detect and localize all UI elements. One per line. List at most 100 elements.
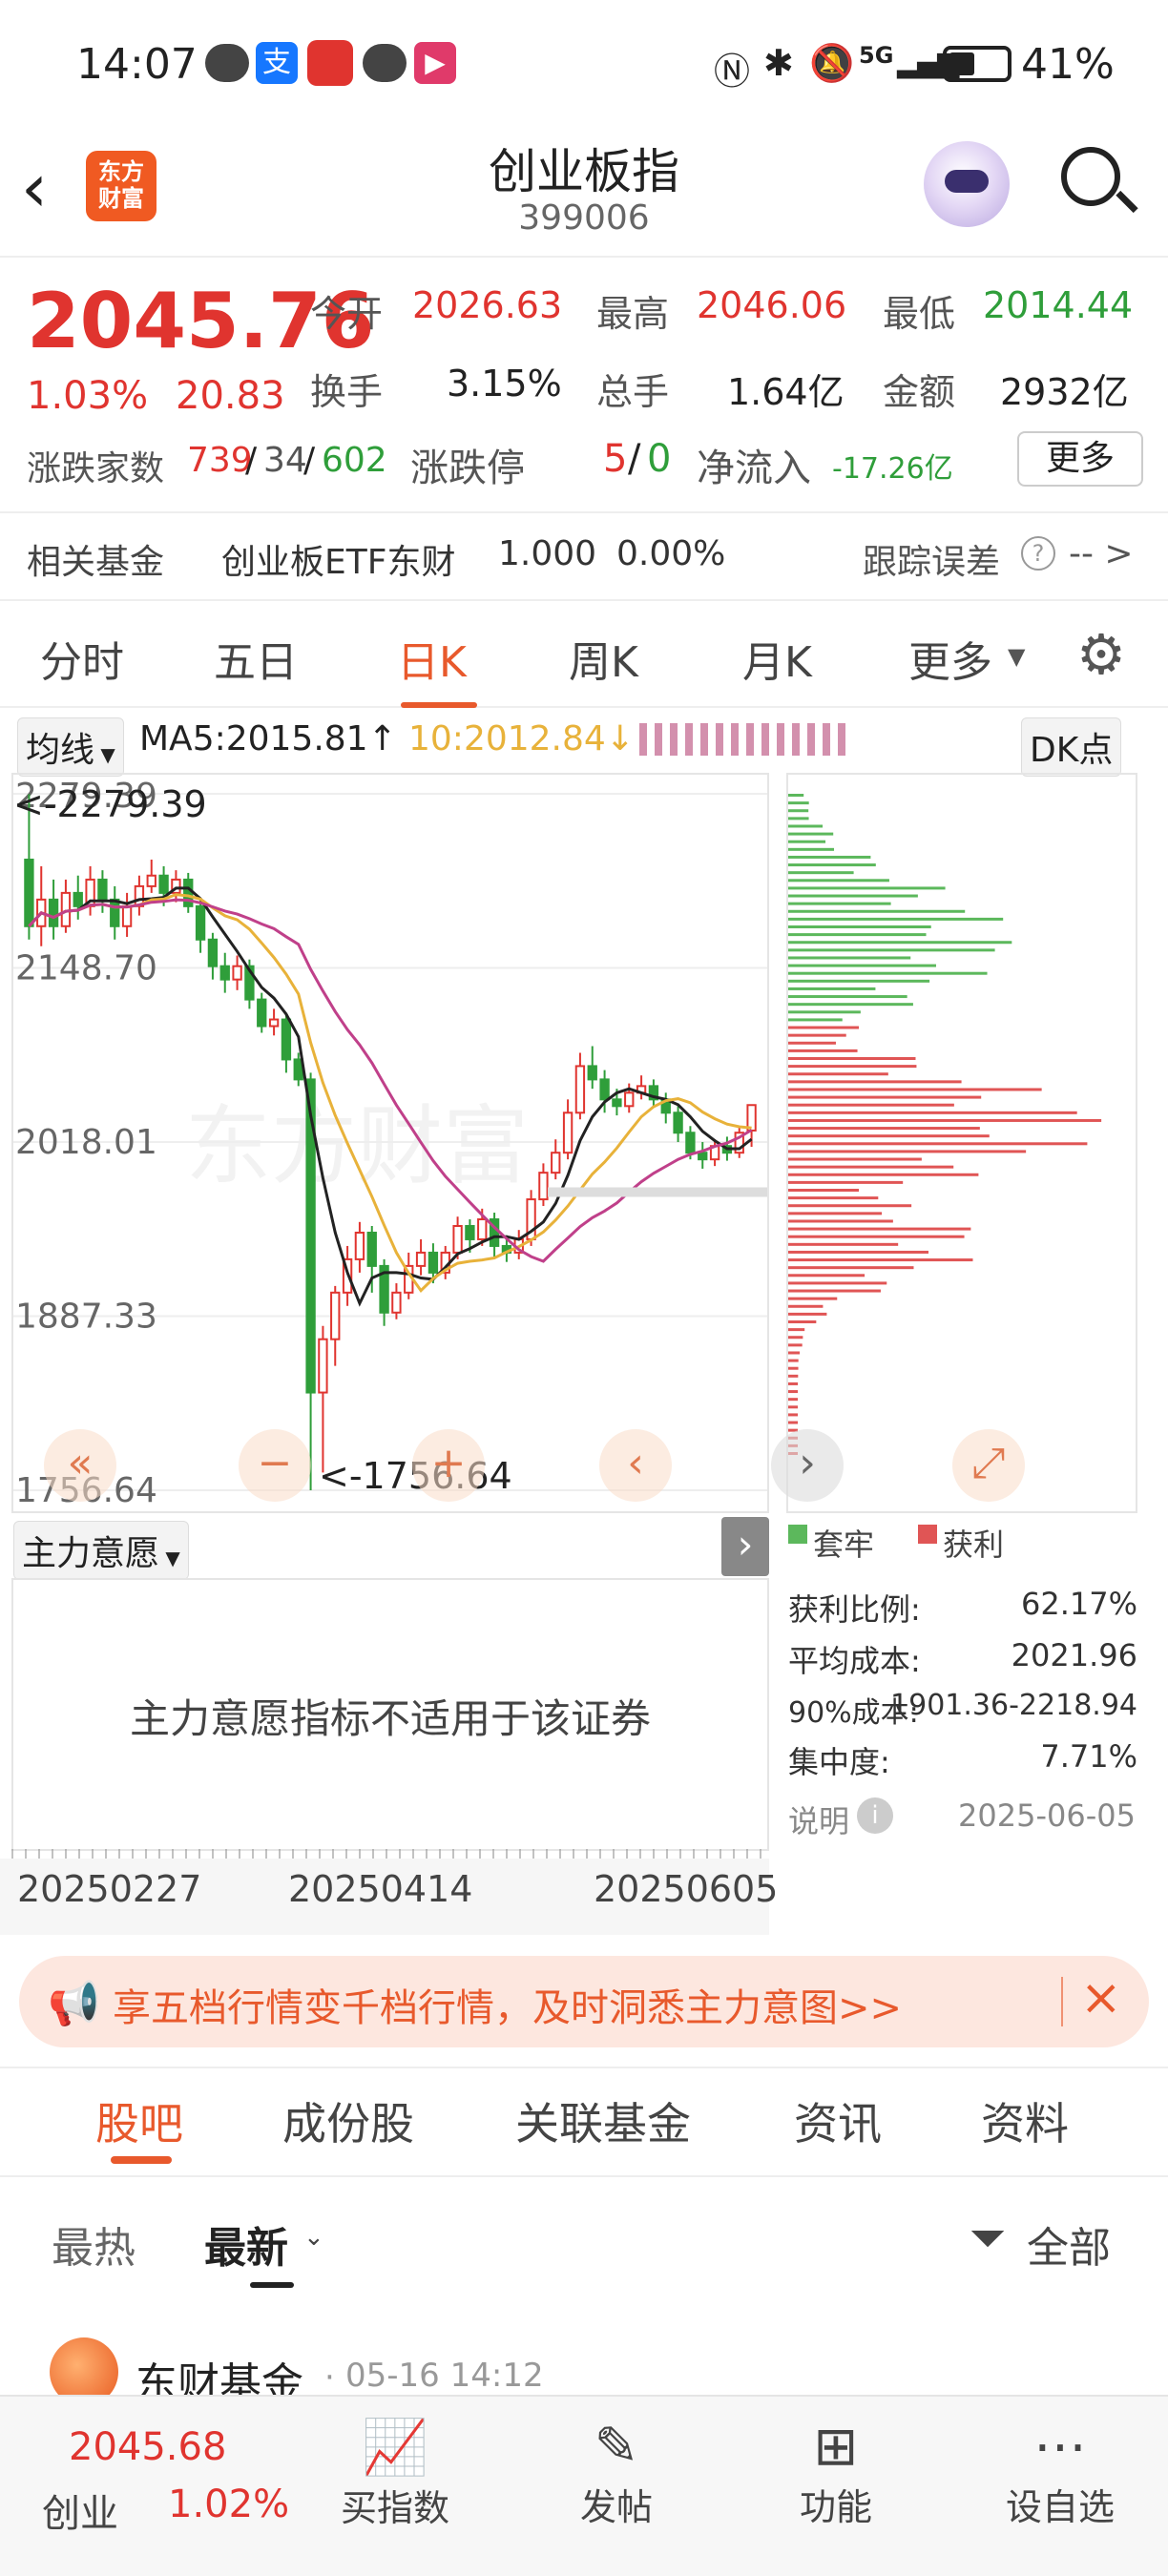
chip-bar [788,1134,990,1138]
tab-guba[interactable]: 股吧 [95,2089,183,2152]
expand-panel-button[interactable]: › [721,1517,769,1576]
feed-tab-hot[interactable]: 最热 [52,2213,136,2275]
down-count: 602 [322,441,387,480]
kline-chart[interactable]: 东方财富2279.392148.702018.011887.331756.64<… [11,773,769,1513]
scroll-right-button[interactable]: › [771,1429,844,1502]
tab-intraday[interactable]: 分时 [40,628,124,689]
low-label: 最低 [883,293,956,335]
explain-label[interactable]: 说明 [788,1797,849,1841]
chip-bar [788,1320,817,1323]
chip-bar [788,979,930,983]
chip-bar [788,1351,801,1355]
tab-more[interactable]: 更多 [908,628,992,689]
chip-bar [788,1398,799,1402]
chip-bar [788,1127,980,1131]
chip-bar [788,1026,860,1029]
candle [207,938,219,967]
candle [330,1291,341,1340]
chip-bar [788,863,876,867]
chip-bar [788,1072,888,1076]
filter-all-label[interactable]: 全部 [1027,2213,1111,2275]
updown-label: 涨跌家数 [27,449,165,488]
app-header: ‹ 东方 财富 创业板指 399006 [0,124,1168,258]
main-force-select[interactable]: 主力意愿 ▼ [13,1521,189,1580]
change-pct: 1.03% [27,374,149,418]
chip-bar [788,1165,954,1169]
tab-five-day[interactable]: 五日 [214,628,298,689]
robot-assistant-icon[interactable] [924,141,1010,227]
candle [318,1338,328,1394]
candle [281,1018,292,1061]
alipay-icon: 支 [256,42,298,84]
nav-price: 2045.68 [69,2425,227,2469]
info-icon[interactable]: i [857,1797,893,1834]
chip-bar [788,832,834,836]
main-force-panel: 主力意愿指标不适用于该证券 [11,1578,769,1851]
candle [698,1152,708,1161]
chip-bar [788,1189,859,1192]
ma10-value: 10:2012.84↓ [408,719,635,758]
megaphone-icon: 📢 [48,1980,100,2028]
updown-sep-2: / [303,441,316,480]
chip-bar [788,1204,912,1208]
fund-pct: 0.00% [616,534,726,573]
tab-monthly-k[interactable]: 月K [742,628,812,689]
help-icon[interactable]: ? [1021,536,1055,571]
status-bar: 14:07 支 ▶ Ⓝ ✱ 🔕 5G ▂▄▆ 41% [0,0,1168,124]
zoom-out-button[interactable]: − [239,1429,311,1502]
chip-bar [788,1242,899,1246]
chip-stat-avg-cost: 平均成本: 2021.96 [788,1637,1137,1681]
settings-gear-icon[interactable]: ⚙ [1076,622,1126,687]
nfc-icon: Ⓝ [714,51,751,93]
tab-profile[interactable]: 资料 [981,2089,1069,2152]
close-icon[interactable]: × [1080,1969,1122,2026]
open-value: 2026.63 [412,284,563,326]
nav-functions[interactable]: ⊞ 功能 [769,2416,903,2530]
profit-legend-label: 获利 [943,1527,1005,1563]
post-time: 05-16 14:12 [345,2357,544,2395]
tab-daily-k[interactable]: 日K [397,628,467,689]
candle [391,1291,402,1314]
chip-bar [788,1196,879,1200]
chip-bar [788,941,1012,945]
main-force-label: 主力意愿 [22,1534,160,1573]
nav-add-watchlist[interactable]: ⋯ 设自选 [989,2416,1132,2530]
indicator-select[interactable]: 均线 ▼ [17,717,124,777]
nav-post[interactable]: ✎ 发帖 [550,2416,683,2530]
chip-bar [788,1289,881,1293]
high-value: 2046.06 [697,284,847,326]
candle [219,965,230,981]
chip-bar [788,1266,914,1270]
feed-tab-new[interactable]: 最新 [204,2213,288,2275]
wechat-icon-2 [363,44,407,82]
volume-label: 总手 [596,371,670,413]
chip-bar [788,1258,973,1262]
dk-point-toggle[interactable]: DK点 [1021,717,1122,777]
chip-bar [788,1049,858,1052]
filter-icon[interactable]: ⏷ [970,2212,1006,2266]
chip-bar [788,1312,827,1316]
chip-bar [788,1343,803,1347]
tab-weekly-k[interactable]: 周K [569,628,638,689]
candle [562,1111,574,1154]
zoom-in-button[interactable]: + [412,1429,485,1502]
promo-banner[interactable]: 📢 享五档行情变千档行情，及时洞悉主力意图>> × [19,1956,1149,2047]
avg-cost-label: 平均成本: [788,1643,921,1679]
chip-bar [788,1235,965,1238]
nav-buy-index[interactable]: 📈 买指数 [328,2416,462,2531]
chip-bar [788,886,946,890]
search-icon[interactable] [1061,147,1138,214]
expand-icon[interactable]: ⤢ [952,1429,1025,1502]
scroll-left-fast-button[interactable]: « [44,1429,116,1502]
chip-bar [788,809,809,813]
banner-divider [1061,1977,1063,2026]
tab-related-funds[interactable]: 关联基金 [515,2089,691,2152]
tab-news[interactable]: 资讯 [794,2089,882,2152]
tab-constituents[interactable]: 成份股 [282,2089,414,2152]
related-fund-row[interactable]: 相关基金 创业板ETF东财 1.000 0.00% 跟踪误差 ? -- > [0,511,1168,599]
y-tick-label: 2018.01 [15,1123,157,1162]
more-button[interactable]: 更多 [1017,431,1143,487]
chip-bar [788,1118,1102,1122]
scroll-left-button[interactable]: ‹ [599,1429,672,1502]
limit-label: 涨跌停 [410,447,525,490]
